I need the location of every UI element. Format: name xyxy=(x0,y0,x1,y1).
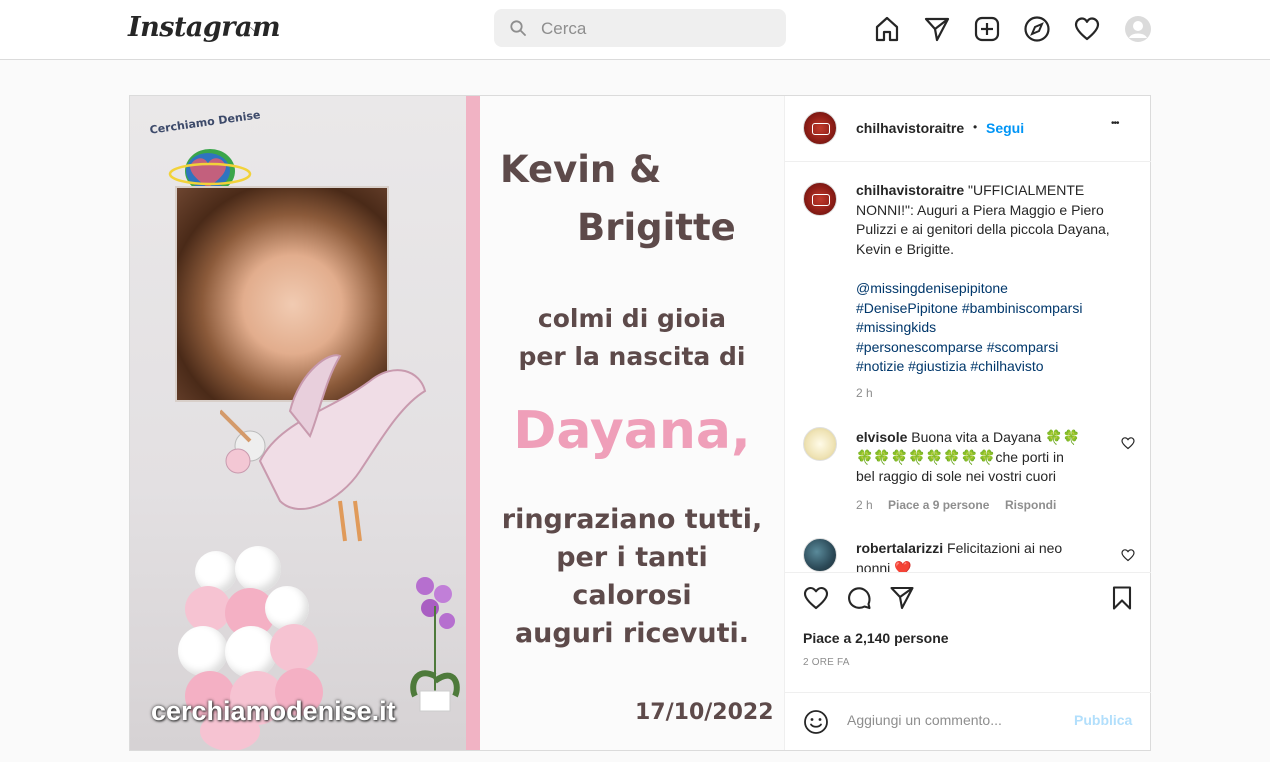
caption: chilhavistoraitre "UFFICIALMENTE NONNI!"… xyxy=(856,181,1126,259)
image-line-brigitte: Brigitte xyxy=(577,206,736,249)
search-input[interactable]: Cerca xyxy=(494,9,786,47)
emoji-smiley-icon[interactable] xyxy=(803,709,829,735)
comment-like-heart-icon[interactable] xyxy=(1121,548,1135,562)
comment-input[interactable]: Aggiungi un commento... xyxy=(847,712,1002,728)
home-icon[interactable] xyxy=(873,15,901,43)
chevron-down-icon[interactable]: ⌵ xyxy=(250,20,260,36)
mention-link[interactable]: @missingdenisepipitone xyxy=(856,279,1136,299)
comment-username[interactable]: robertalarizzi xyxy=(856,540,943,556)
add-comment-bar: Aggiungi un commento... Pubblica xyxy=(785,692,1151,750)
image-line-kevin: Kevin & xyxy=(500,148,662,191)
comment-time[interactable]: 2 h xyxy=(856,498,873,512)
caption-author-avatar[interactable] xyxy=(803,182,837,216)
comment-text: nonni ❤️ xyxy=(856,559,912,572)
comment-text: Buona vita a Dayana 🍀🍀 xyxy=(911,429,1080,445)
caption-username[interactable]: chilhavistoraitre xyxy=(856,182,964,198)
explore-compass-icon[interactable] xyxy=(1023,15,1051,43)
comment: robertalarizzi Felicitazioni ai neo nonn… xyxy=(856,539,1121,572)
image-line-auguri: auguri ricevuti. xyxy=(514,618,750,649)
likes-count[interactable]: Piace a 2,140 persone xyxy=(803,630,949,646)
balloon xyxy=(265,586,309,630)
activity-heart-icon[interactable] xyxy=(1073,15,1101,43)
hashtags-line[interactable]: #DenisePipitone #bambiniscomparsi xyxy=(856,299,1136,319)
image-left-panel: Cerchiamo Denise cerchiamodenise.it xyxy=(130,96,466,750)
comment-like-heart-icon[interactable] xyxy=(1121,436,1135,450)
caption-hashtags: @missingdenisepipitone #DenisePipitone #… xyxy=(856,279,1136,377)
image-line-colmi: colmi di gioia xyxy=(537,304,727,333)
save-bookmark-icon[interactable] xyxy=(1109,585,1135,611)
direct-message-icon[interactable] xyxy=(923,15,951,43)
more-options-icon[interactable]: ••• xyxy=(1111,118,1119,129)
author-avatar[interactable] xyxy=(803,111,837,145)
image-line-ringraziano: ringraziano tutti, xyxy=(501,504,763,535)
publish-button[interactable]: Pubblica xyxy=(1074,712,1132,728)
hashtags-line[interactable]: #notizie #giustizia #chilhavisto xyxy=(856,357,1136,377)
post-header: chilhavistoraitre • Segui ••• xyxy=(785,96,1151,162)
search-placeholder: Cerca xyxy=(541,19,587,38)
hashtags-line[interactable]: #personescomparse #scomparsi xyxy=(856,338,1136,358)
watermark-text: cerchiamodenise.it xyxy=(151,696,396,726)
post-image[interactable]: Cerchiamo Denise cerchiamodenise.it Kevi… xyxy=(130,96,784,750)
image-line-tanti: per i tanti xyxy=(556,542,708,573)
comment-bubble-icon[interactable] xyxy=(846,585,872,611)
post-sidebar: chilhavistoraitre • Segui ••• chilhavist… xyxy=(784,96,1151,750)
like-heart-icon[interactable] xyxy=(803,585,829,611)
comment-likes[interactable]: Piace a 9 persone xyxy=(888,498,989,512)
top-navigation-bar: Instagram ⌵ Cerca xyxy=(0,0,1270,60)
image-date: 17/10/2022 xyxy=(635,700,774,725)
balloon xyxy=(270,624,318,672)
commenter-avatar[interactable] xyxy=(803,427,837,461)
comment-text: Felicitazioni ai neo xyxy=(947,540,1063,556)
image-line-dayana: Dayana, xyxy=(513,401,751,461)
caption-time[interactable]: 2 h xyxy=(856,386,873,400)
comment: elvisole Buona vita a Dayana 🍀🍀 🍀🍀🍀🍀🍀🍀🍀🍀… xyxy=(856,428,1121,487)
balloon xyxy=(185,586,231,632)
comment-username[interactable]: elvisole xyxy=(856,429,907,445)
image-line-calorosi: calorosi xyxy=(572,580,692,611)
orchid-plant xyxy=(410,577,460,712)
post-card: Cerchiamo Denise cerchiamodenise.it Kevi… xyxy=(129,95,1151,751)
post-date[interactable]: 2 ORE FA xyxy=(803,657,850,668)
comment-clip: robertalarizzi Felicitazioni ai neo nonn… xyxy=(785,526,1151,572)
balloon xyxy=(235,546,281,592)
share-paper-plane-icon[interactable] xyxy=(889,585,915,611)
comment-text: bel raggio di sole nei vostri cuori xyxy=(856,468,1056,485)
image-line-nascita: per la nascita di xyxy=(518,342,746,371)
profile-avatar-icon[interactable] xyxy=(1124,15,1152,43)
separator-dot: • xyxy=(973,120,978,134)
comment-text: 🍀🍀🍀🍀🍀🍀🍀🍀che porti in xyxy=(856,448,1064,465)
commenter-avatar[interactable] xyxy=(803,538,837,572)
hashtags-line[interactable]: #missingkids xyxy=(856,318,1136,338)
balloon xyxy=(178,626,228,676)
search-icon xyxy=(510,20,526,36)
image-text-panel: Kevin & Brigitte colmi di gioia per la n… xyxy=(480,96,784,750)
balloon xyxy=(225,626,277,678)
follow-button[interactable]: Segui xyxy=(986,120,1024,136)
new-post-icon[interactable] xyxy=(973,15,1001,43)
stork-balloon xyxy=(220,354,427,542)
author-username[interactable]: chilhavistoraitre xyxy=(856,120,964,136)
pink-divider-bar xyxy=(466,96,480,750)
comment-reply-button[interactable]: Rispondi xyxy=(1005,498,1056,512)
post-actions: Piace a 2,140 persone 2 ORE FA xyxy=(785,572,1151,692)
